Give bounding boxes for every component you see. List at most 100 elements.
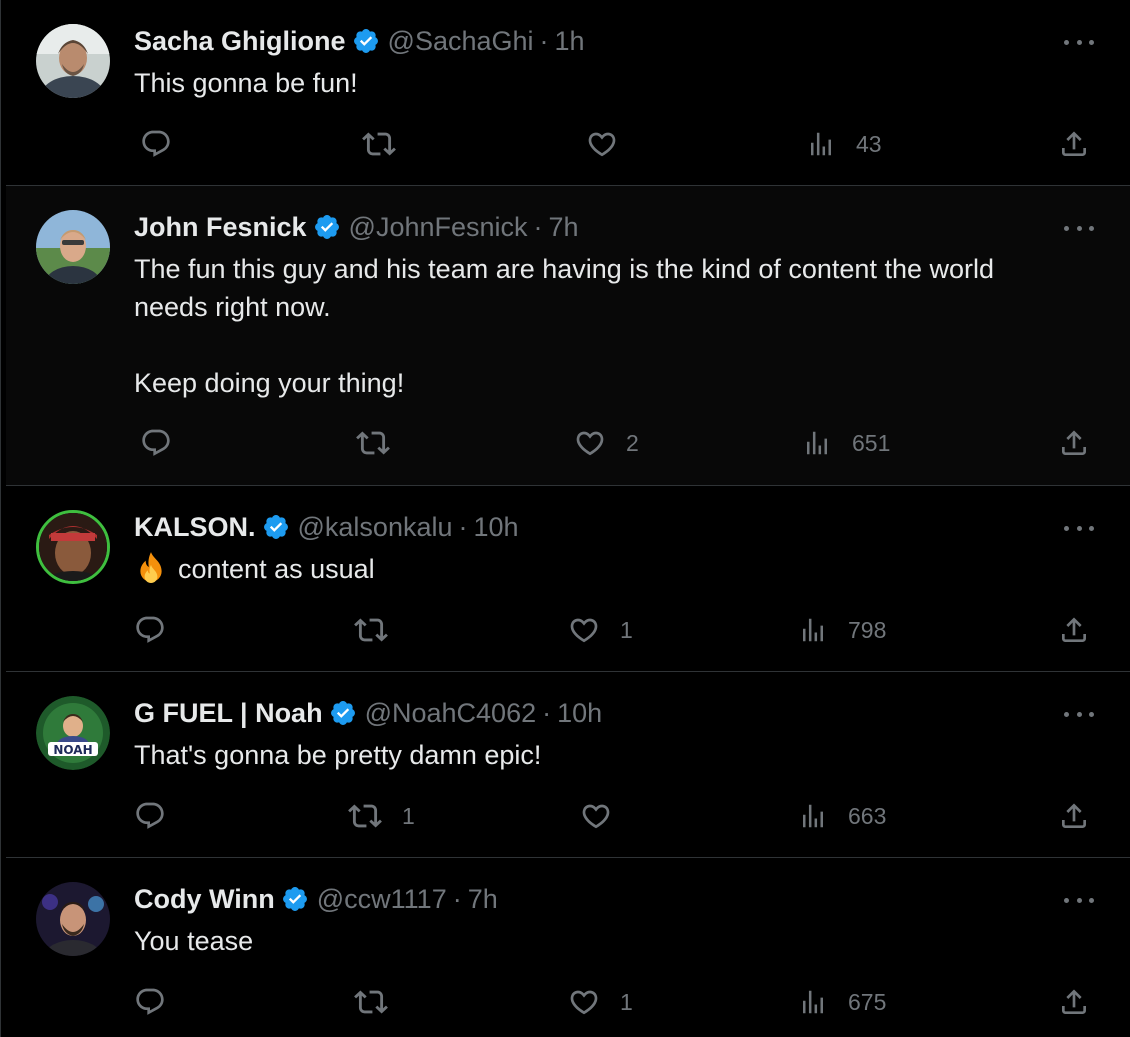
timestamp[interactable]: 10h [474,510,519,544]
views-button[interactable]: 43 [806,124,882,164]
user-handle[interactable]: @JohnFesnick [349,210,528,244]
retweet-button[interactable] [356,423,390,463]
views-chart-icon [803,804,823,828]
tweet-text-content: content as usual [178,554,375,584]
retweet-icon [348,804,382,828]
separator: · [452,884,462,914]
share-button[interactable] [1058,423,1090,463]
tweet-text: The fun this guy and his team are having… [134,250,1074,402]
retweet-button[interactable] [354,610,388,650]
likes-count: 2 [626,429,639,456]
verified-badge-icon [281,885,309,913]
views-button[interactable]: 663 [798,796,886,836]
retweet-icon [354,990,388,1014]
more-options-icon[interactable] [1064,218,1094,238]
retweet-icon [362,132,396,156]
tweet-header: John Fesnick @JohnFesnick · 7h [134,210,579,244]
reply-button[interactable] [134,610,166,650]
avatar[interactable] [36,210,110,284]
timestamp[interactable]: 7h [468,882,498,916]
tweet-header: Cody Winn @ccw1117 · 7h [134,882,498,916]
avatar[interactable]: NOAH [36,696,110,770]
user-handle[interactable]: @ccw1117 [317,882,447,916]
tweet[interactable]: Cody Winn @ccw1117 · 7h You tease 1 675 [6,858,1130,1037]
tweet[interactable]: John Fesnick @JohnFesnick · 7h The fun t… [6,186,1130,486]
tweet[interactable]: NOAH G FUEL | Noah @NoahC4062 · 10h That… [6,672,1130,858]
views-button[interactable]: 651 [802,423,890,463]
verified-badge-icon [262,513,290,541]
profile-photo-icon [36,882,110,956]
tweet-text-line: The fun this guy and his team are having… [134,254,995,322]
action-bar: 1 663 [134,796,1094,836]
share-button[interactable] [1058,124,1090,164]
like-button[interactable]: 2 [574,423,639,463]
tweet-text-line: You tease [134,926,254,956]
timeline-border [0,0,1,1037]
like-button[interactable] [586,124,618,164]
views-chart-icon [807,431,827,455]
display-name[interactable]: Sacha Ghiglione [134,24,346,58]
timestamp[interactable]: 10h [557,696,602,730]
share-icon [1062,989,1086,1014]
more-options-icon[interactable] [1064,704,1094,724]
views-button[interactable]: 798 [798,610,886,650]
avatar[interactable] [36,882,110,956]
tweet-text-line: This gonna be fun! [134,68,358,98]
heart-icon [588,132,616,157]
share-button[interactable] [1058,982,1090,1022]
tweet[interactable]: KALSON. @kalsonkalu · 10h content as usu… [6,486,1130,672]
timestamp[interactable]: 1h [555,24,585,58]
reply-icon [136,802,164,829]
tweet[interactable]: Sacha Ghiglione @SachaGhi · 1h This gonn… [6,0,1130,186]
avatar[interactable] [36,24,110,98]
more-options-icon[interactable] [1064,890,1094,910]
avatar[interactable] [36,510,110,584]
share-icon [1062,617,1086,642]
user-handle[interactable]: @NoahC4062 [365,696,537,730]
action-bar: 43 [134,124,1094,164]
timestamp[interactable]: 7h [549,210,579,244]
share-button[interactable] [1058,796,1090,836]
display-name[interactable]: KALSON. [134,510,256,544]
separator: · [533,212,543,242]
heart-icon [570,990,598,1015]
likes-count: 1 [620,616,633,643]
more-options-icon[interactable] [1064,32,1094,52]
reply-icon [142,130,170,157]
user-handle[interactable]: @SachaGhi [388,24,534,58]
display-name[interactable]: John Fesnick [134,210,307,244]
tweet-text: That's gonna be pretty damn epic! [134,736,1074,774]
views-count: 663 [848,802,887,829]
likes-count: 1 [620,988,633,1015]
like-button[interactable] [580,796,612,836]
retweet-button[interactable] [354,982,388,1022]
tweet-header: Sacha Ghiglione @SachaGhi · 1h [134,24,585,58]
views-count: 798 [848,616,887,643]
action-bar: 1 798 [134,610,1094,650]
reply-button[interactable] [140,124,172,164]
like-button[interactable]: 1 [568,982,633,1022]
retweet-button[interactable] [362,124,396,164]
avatar-logo-text: NOAH [53,743,92,757]
reply-button[interactable] [134,982,166,1022]
user-handle[interactable]: @kalsonkalu [298,510,453,544]
views-button[interactable]: 675 [798,982,886,1022]
retweet-button[interactable]: 1 [348,796,415,836]
views-chart-icon [803,990,823,1014]
views-count: 651 [852,429,891,456]
display-name[interactable]: Cody Winn [134,882,275,916]
more-options-icon[interactable] [1064,518,1094,538]
tweet-text-line: That's gonna be pretty damn epic! [134,740,542,770]
share-button[interactable] [1058,610,1090,650]
reply-icon [142,429,170,456]
retweet-icon [356,431,390,455]
reply-icon [136,988,164,1015]
verified-badge-icon [313,213,341,241]
display-name[interactable]: G FUEL | Noah [134,696,323,730]
like-button[interactable]: 1 [568,610,633,650]
reply-button[interactable] [134,796,166,836]
replies-feed: Sacha Ghiglione @SachaGhi · 1h This gonn… [0,0,1130,1037]
tweet-text-line: Keep doing your thing! [134,368,405,398]
reply-button[interactable] [140,423,172,463]
profile-photo-icon [36,210,110,284]
